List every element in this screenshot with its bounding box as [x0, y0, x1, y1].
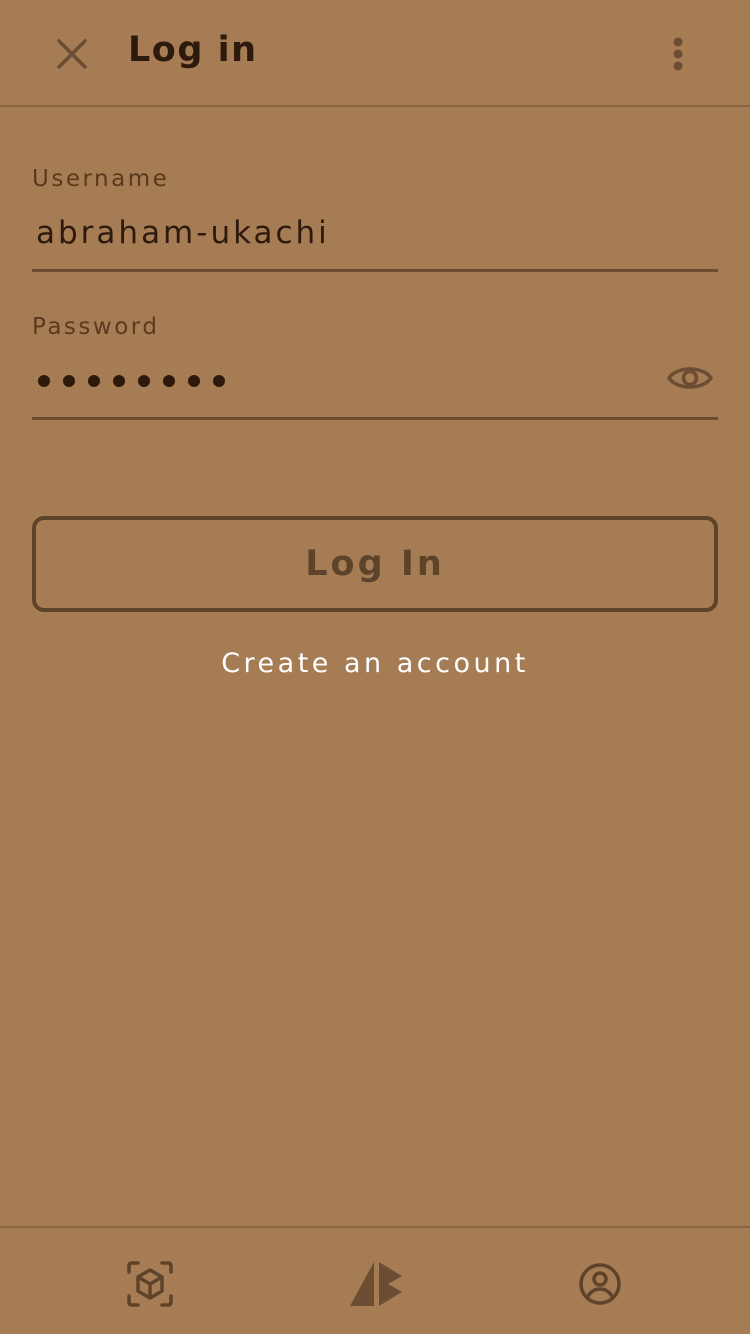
- login-button[interactable]: Log In: [32, 516, 718, 612]
- password-mask-dot: [38, 374, 50, 387]
- password-mask-dot: [163, 374, 175, 387]
- password-mask-dot: [188, 374, 200, 387]
- nav-item-profile[interactable]: [568, 1252, 632, 1316]
- password-mask-dot: [138, 374, 150, 387]
- logo-icon: [350, 1262, 402, 1306]
- page-title: Log in: [128, 30, 258, 70]
- username-input[interactable]: [32, 196, 718, 272]
- password-input[interactable]: [32, 344, 718, 420]
- password-mask-dot: [63, 374, 75, 387]
- create-account-link[interactable]: Create an account: [0, 648, 750, 679]
- username-field: Username: [32, 166, 718, 274]
- username-label: Username: [32, 166, 170, 192]
- nav-item-home[interactable]: [344, 1252, 408, 1316]
- eye-icon: [667, 367, 713, 389]
- ar-cube-icon: [127, 1261, 173, 1307]
- password-mask-dot: [88, 374, 100, 387]
- nav-item-ar[interactable]: [118, 1252, 182, 1316]
- top-app-bar: Log in: [0, 0, 750, 107]
- password-mask-dot: [213, 374, 225, 387]
- more-vertical-icon: [673, 37, 683, 71]
- password-field: Password: [32, 314, 718, 422]
- toggle-password-visibility-button[interactable]: [666, 354, 714, 402]
- close-icon: [57, 39, 87, 69]
- close-button[interactable]: [44, 26, 100, 82]
- password-label: Password: [32, 314, 160, 340]
- password-mask-dot: [113, 374, 125, 387]
- login-screen: Log in Username Password: [0, 0, 750, 1334]
- more-options-button[interactable]: [652, 26, 704, 82]
- account-circle-icon: [579, 1263, 621, 1305]
- bottom-navigation: [0, 1226, 750, 1334]
